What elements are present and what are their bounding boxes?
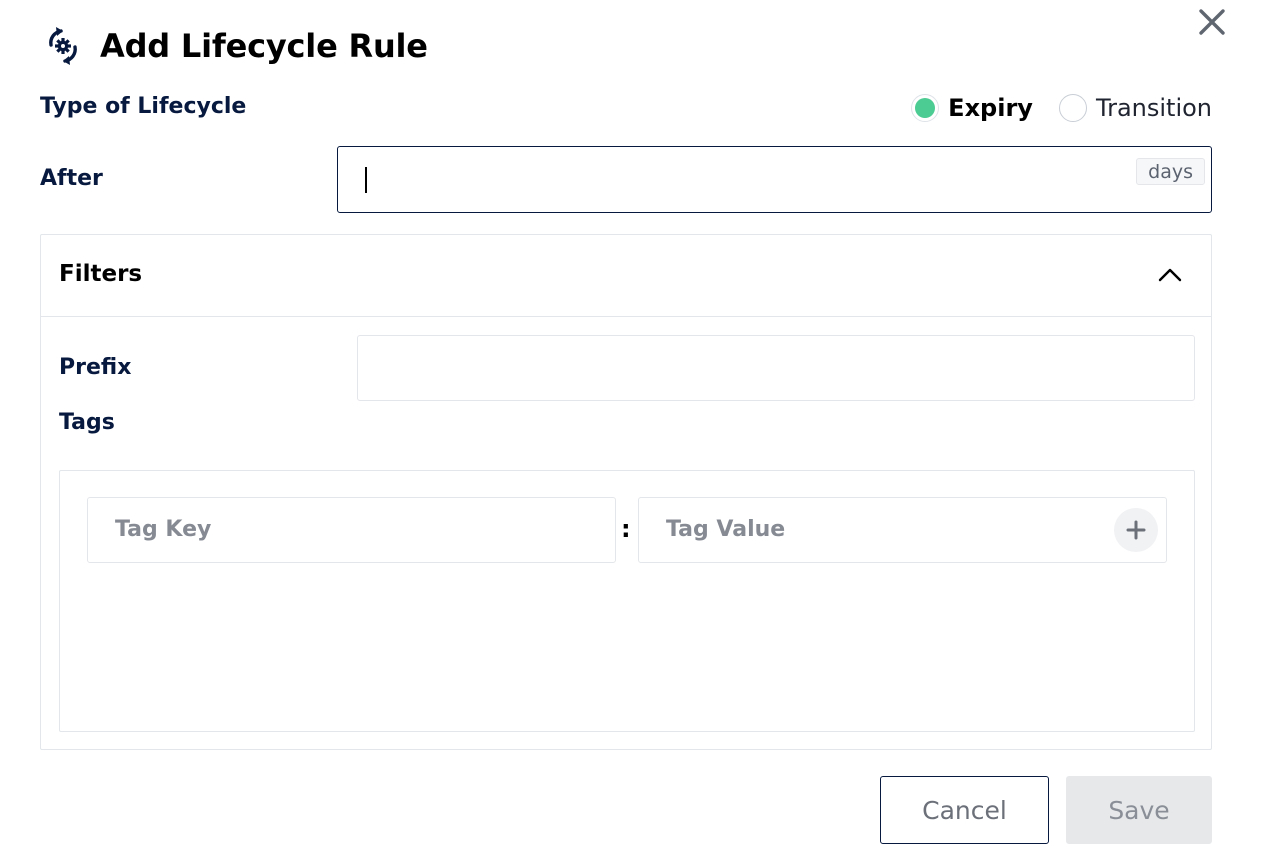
radio-transition[interactable]: Transition: [1058, 94, 1212, 122]
after-days-input[interactable]: days: [337, 146, 1212, 213]
close-icon[interactable]: [1198, 8, 1226, 36]
radio-expiry[interactable]: Expiry: [911, 94, 1033, 122]
radio-expiry-label: Expiry: [948, 94, 1033, 122]
tags-container: Tag Key : Tag Value: [59, 470, 1195, 732]
add-lifecycle-rule-dialog: Add Lifecycle Rule Type of Lifecycle Exp…: [0, 0, 1264, 854]
prefix-label: Prefix: [59, 355, 132, 380]
tags-label: Tags: [59, 410, 115, 435]
lifecycle-refresh-gear-icon: [49, 27, 77, 65]
filters-panel: Filters Prefix Tags Tag Key : Tag Value: [40, 234, 1212, 750]
filters-title: Filters: [59, 261, 143, 287]
tag-key-input[interactable]: Tag Key: [87, 497, 616, 563]
plus-icon[interactable]: [1114, 508, 1158, 552]
prefix-input[interactable]: [357, 335, 1195, 401]
chevron-up-icon[interactable]: [1155, 261, 1185, 291]
lifecycle-type-label: Type of Lifecycle: [40, 94, 247, 119]
text-caret: [365, 167, 367, 193]
tag-value-input[interactable]: Tag Value: [638, 497, 1167, 563]
radio-transition-label: Transition: [1095, 94, 1212, 122]
days-unit-badge: days: [1136, 158, 1205, 185]
dialog-title: Add Lifecycle Rule: [100, 27, 428, 65]
tag-value-placeholder: Tag Value: [666, 517, 786, 542]
dialog-header: Add Lifecycle Rule: [40, 20, 428, 72]
filters-header[interactable]: Filters: [41, 235, 1211, 317]
radio-unchecked-icon: [1058, 94, 1087, 122]
save-button[interactable]: Save: [1066, 776, 1212, 844]
tag-separator: :: [621, 515, 631, 543]
after-label: After: [40, 166, 103, 191]
tag-key-placeholder: Tag Key: [115, 517, 212, 542]
lifecycle-type-radio-group: Expiry Transition: [911, 90, 1212, 126]
cancel-button[interactable]: Cancel: [880, 776, 1049, 844]
radio-checked-icon: [911, 94, 940, 122]
